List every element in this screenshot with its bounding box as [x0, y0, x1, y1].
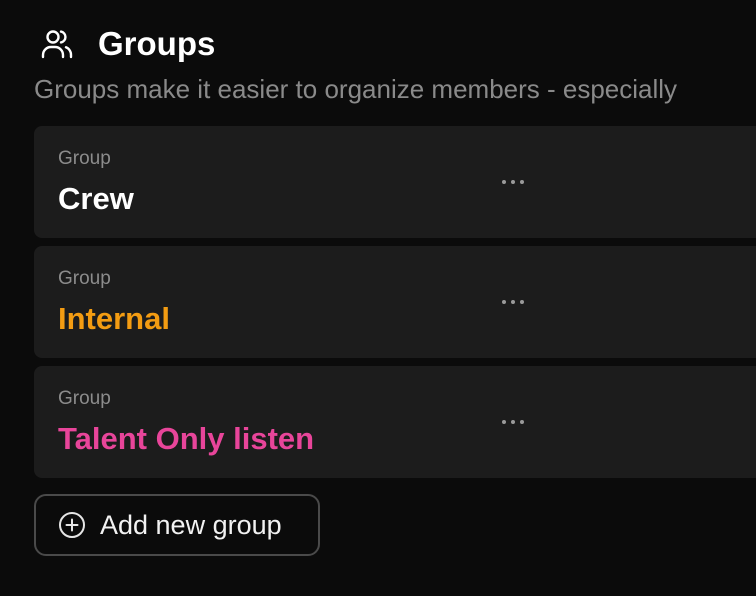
more-options-button[interactable]: [498, 170, 528, 194]
page-title: Groups: [98, 25, 216, 62]
page-subtitle: Groups make it easier to organize member…: [34, 74, 678, 104]
group-name: Internal: [58, 301, 170, 336]
group-card[interactable]: Group Internal: [34, 246, 756, 358]
users-icon: [40, 27, 74, 61]
more-options-button[interactable]: [498, 410, 528, 434]
group-card[interactable]: Group Talent Only listen: [34, 366, 756, 478]
add-group-button[interactable]: Add new group: [34, 494, 320, 556]
group-type-label: Group: [58, 148, 111, 169]
group-name: Crew: [58, 181, 134, 216]
more-horizontal-icon: [502, 300, 524, 304]
more-horizontal-icon: [502, 420, 524, 424]
group-card[interactable]: Group Crew: [34, 126, 756, 238]
group-type-label: Group: [58, 268, 111, 289]
more-options-button[interactable]: [498, 290, 528, 314]
more-horizontal-icon: [502, 180, 524, 184]
section-header: Groups: [40, 24, 215, 64]
group-name: Talent Only listen: [58, 421, 315, 456]
group-list: Group Crew Group Internal Group Talent O…: [34, 126, 756, 486]
group-type-label: Group: [58, 388, 111, 409]
add-group-label: Add new group: [100, 509, 282, 540]
plus-circle-icon: [58, 511, 86, 539]
